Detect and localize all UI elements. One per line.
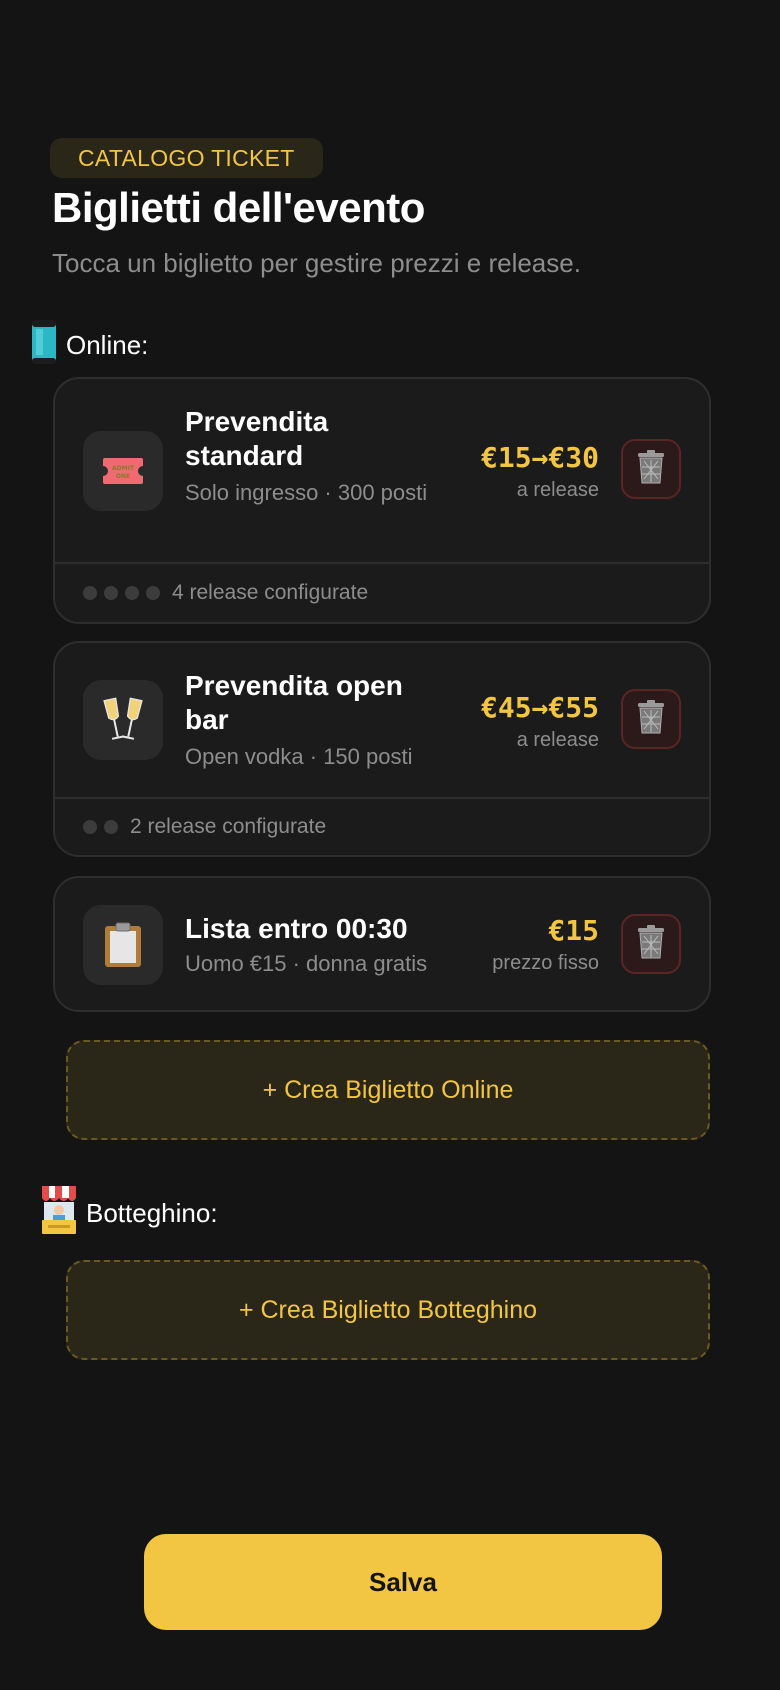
online-section-label: Online:: [66, 330, 149, 360]
save-button[interactable]: Salva: [144, 1534, 662, 1630]
champagne-glasses-icon: [83, 680, 163, 760]
phone-icon: [30, 318, 58, 373]
release-summary: 4 release configurate: [55, 562, 709, 622]
ticket-card-prevendita-standard[interactable]: ADMIT ONE Prevendita standard Solo ingre…: [53, 377, 711, 624]
delete-ticket-button[interactable]: [621, 914, 681, 974]
create-online-ticket-button[interactable]: + Crea Biglietto Online: [66, 1040, 710, 1140]
ticket-price-note: a release: [516, 479, 599, 501]
release-dot: [83, 820, 97, 834]
release-dot: [83, 586, 97, 600]
ticket-name: Prevendita standard: [185, 406, 329, 471]
release-dot: [125, 586, 139, 600]
admit-one-ticket-icon: ADMIT ONE: [83, 431, 163, 511]
ticket-description: Solo ingresso · 300 posti: [185, 480, 428, 505]
ticket-name: Lista entro 00:30: [185, 913, 408, 944]
box-office-section-label: Botteghino:: [86, 1198, 218, 1228]
page-title: Biglietti dell'evento: [52, 184, 425, 231]
ticket-description: Uomo €15 · donna gratis: [185, 951, 428, 976]
catalog-badge: CATALOGO TICKET: [50, 138, 323, 178]
ticket-card-lista[interactable]: Lista entro 00:30 Uomo €15 · donna grati…: [53, 876, 711, 1012]
release-dot: [104, 820, 118, 834]
ticket-price: €15: [548, 914, 599, 947]
release-summary: 2 release configurate: [55, 797, 709, 855]
release-dot: [146, 586, 160, 600]
ticket-booth-icon: [40, 1184, 78, 1243]
ticket-price-note: a release: [516, 729, 599, 751]
release-count-label: 4 release configurate: [172, 581, 369, 604]
delete-ticket-button[interactable]: [621, 689, 681, 749]
create-box-office-ticket-button[interactable]: + Crea Biglietto Botteghino: [66, 1260, 710, 1360]
svg-text:ONE: ONE: [116, 473, 130, 480]
release-count-label: 2 release configurate: [130, 815, 327, 838]
ticket-price: €15→€30: [480, 441, 599, 474]
ticket-price: €45→€55: [480, 691, 599, 724]
svg-text:ADMIT: ADMIT: [112, 465, 135, 472]
page-subtitle: Tocca un biglietto per gestire prezzi e …: [52, 248, 581, 278]
ticket-description: Open vodka · 150 posti: [185, 744, 413, 769]
ticket-card-prevendita-open-bar[interactable]: Prevendita open bar Open vodka · 150 pos…: [53, 641, 711, 857]
trash-icon: [635, 699, 667, 740]
ticket-price-note: prezzo fisso: [492, 952, 599, 974]
ticket-name: Prevendita open bar: [185, 670, 403, 735]
trash-icon: [635, 924, 667, 965]
trash-icon: [635, 449, 667, 490]
online-section-header: Online:: [30, 318, 148, 373]
release-dot: [104, 586, 118, 600]
delete-ticket-button[interactable]: [621, 439, 681, 499]
clipboard-icon: [83, 905, 163, 985]
box-office-section-header: Botteghino:: [40, 1184, 218, 1243]
